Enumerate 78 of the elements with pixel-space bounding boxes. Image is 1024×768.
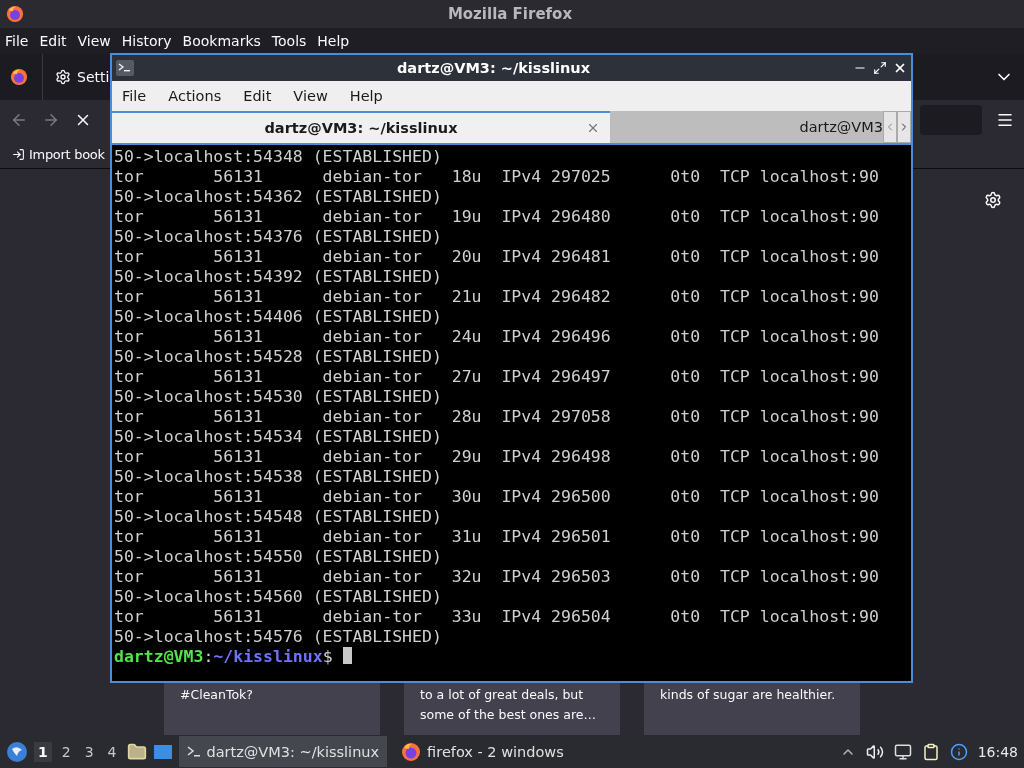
desktop-icon[interactable] bbox=[152, 742, 173, 761]
prompt-user: dartz@VM3 bbox=[114, 647, 204, 666]
settings-icon bbox=[55, 69, 71, 85]
terminal-line: tor 56131 debian-tor 19u IPv4 296480 0t0 TCP localhost:90 bbox=[114, 207, 880, 227]
terminal-tab[interactable]: dartz@VM3 bbox=[610, 111, 883, 143]
menu-item[interactable]: Help bbox=[317, 33, 350, 49]
workspace-button[interactable]: 2 bbox=[57, 741, 75, 762]
menu-item[interactable]: Bookmarks bbox=[182, 33, 261, 49]
terminal-line: tor 56131 debian-tor 29u IPv4 296498 0t0 TCP localhost:90 bbox=[114, 447, 880, 467]
maximize-icon[interactable] bbox=[873, 61, 887, 75]
notification-icon[interactable] bbox=[949, 742, 968, 761]
menu-item[interactable]: View bbox=[293, 88, 328, 104]
terminal-line: 50->localhost:54392 (ESTABLISHED) bbox=[114, 267, 443, 287]
firefox-icon bbox=[10, 68, 28, 86]
window-title: dartz@VM3: ~/kisslinux bbox=[396, 60, 591, 76]
terminal-line: 50->localhost:54528 (ESTABLISHED) bbox=[114, 347, 443, 367]
menu-item[interactable]: Edit bbox=[243, 88, 272, 104]
terminal-line: 50->localhost:54576 (ESTABLISHED) bbox=[114, 627, 443, 647]
terminal-line: tor 56131 debian-tor 31u IPv4 296501 0t0 TCP localhost:90 bbox=[114, 527, 880, 547]
prompt-symbol: $ bbox=[322, 647, 333, 666]
clipboard-icon[interactable] bbox=[921, 742, 940, 761]
workspace-button[interactable]: 4 bbox=[103, 741, 121, 762]
terminal-line: 50->localhost:54550 (ESTABLISHED) bbox=[114, 547, 443, 567]
card-text: to a lot of great deals, but bbox=[420, 686, 585, 704]
terminal-line: 50->localhost:54362 (ESTABLISHED) bbox=[114, 187, 443, 207]
terminal-line: 50->localhost:54548 (ESTABLISHED) bbox=[114, 507, 443, 527]
menu-item[interactable]: Tools bbox=[271, 33, 307, 49]
terminal-line: tor 56131 debian-tor 33u IPv4 296504 0t0 TCP localhost:90 bbox=[114, 607, 880, 627]
scroll-right-button[interactable] bbox=[897, 111, 911, 143]
menu-item[interactable]: View bbox=[77, 33, 111, 49]
menu-item[interactable]: Edit bbox=[39, 33, 67, 49]
terminal-line: 50->localhost:54560 (ESTABLISHED) bbox=[114, 587, 443, 607]
settings-icon[interactable] bbox=[984, 191, 1002, 209]
firefox-icon bbox=[401, 741, 422, 762]
card-text: some of the best ones are… bbox=[420, 706, 597, 724]
import-bookmarks-link[interactable]: Import book bbox=[12, 146, 105, 162]
workspace-button[interactable]: 1 bbox=[34, 741, 52, 762]
prompt-separator: : bbox=[203, 647, 214, 666]
firefox-icon bbox=[6, 5, 24, 23]
prompt-path: ~/kisslinux bbox=[213, 647, 323, 666]
close-icon[interactable] bbox=[893, 61, 907, 75]
menu-icon[interactable] bbox=[996, 111, 1014, 129]
menu-item[interactable]: File bbox=[5, 33, 29, 49]
terminal-line: 50->localhost:54530 (ESTABLISHED) bbox=[114, 387, 443, 407]
menu-item[interactable]: Actions bbox=[168, 88, 222, 104]
terminal-line: tor 56131 debian-tor 30u IPv4 296500 0t0 TCP localhost:90 bbox=[114, 487, 880, 507]
terminal-icon bbox=[186, 745, 201, 758]
terminal-line: 50->localhost:54348 (ESTABLISHED) bbox=[114, 147, 443, 167]
menu-item[interactable]: Help bbox=[349, 88, 383, 104]
terminal-line: tor 56131 debian-tor 24u IPv4 296496 0t0 TCP localhost:90 bbox=[114, 327, 880, 347]
terminal-line: tor 56131 debian-tor 28u IPv4 297058 0t0 TCP localhost:90 bbox=[114, 407, 880, 427]
terminal-line: tor 56131 debian-tor 27u IPv4 296497 0t0 TCP localhost:90 bbox=[114, 367, 880, 387]
taskbar-task[interactable]: firefox - 2 windows bbox=[393, 736, 572, 767]
terminal-line: 50->localhost:54406 (ESTABLISHED) bbox=[114, 307, 443, 327]
forward-icon[interactable] bbox=[42, 111, 60, 129]
back-icon[interactable] bbox=[10, 111, 28, 129]
workspace-button[interactable]: 3 bbox=[80, 741, 98, 762]
folder-icon[interactable] bbox=[126, 741, 147, 762]
card-text: kinds of sugar are healthier. bbox=[660, 686, 837, 704]
window-title: Mozilla Firefox bbox=[446, 5, 574, 23]
taskbar-task[interactable]: dartz@VM3: ~/kisslinux bbox=[178, 736, 388, 767]
terminal-line: tor 56131 debian-tor 21u IPv4 296482 0t0 TCP localhost:90 bbox=[114, 287, 880, 307]
terminal-line: tor 56131 debian-tor 20u IPv4 296481 0t0 TCP localhost:90 bbox=[114, 247, 880, 267]
text-cursor bbox=[342, 647, 352, 664]
menu-item[interactable]: History bbox=[121, 33, 172, 49]
terminal-line: 50->localhost:54538 (ESTABLISHED) bbox=[114, 467, 443, 487]
import-icon bbox=[12, 147, 25, 161]
terminal-line: tor 56131 debian-tor 18u IPv4 297025 0t0 TCP localhost:90 bbox=[114, 167, 880, 187]
terminal-tab[interactable]: dartz@VM3: ~/kisslinux bbox=[112, 111, 610, 143]
clock: 16:48 bbox=[977, 743, 1018, 760]
start-menu-icon[interactable] bbox=[6, 740, 28, 763]
terminal-line: 50->localhost:54534 (ESTABLISHED) bbox=[114, 427, 443, 447]
card-text: #CleanTok? bbox=[180, 686, 254, 704]
menu-item[interactable]: File bbox=[122, 88, 147, 104]
terminal-line: tor 56131 debian-tor 32u IPv4 296503 0t0 TCP localhost:90 bbox=[114, 567, 880, 587]
terminal-icon bbox=[116, 60, 134, 76]
volume-icon[interactable] bbox=[865, 742, 884, 761]
terminal-line: 50->localhost:54376 (ESTABLISHED) bbox=[114, 227, 443, 247]
